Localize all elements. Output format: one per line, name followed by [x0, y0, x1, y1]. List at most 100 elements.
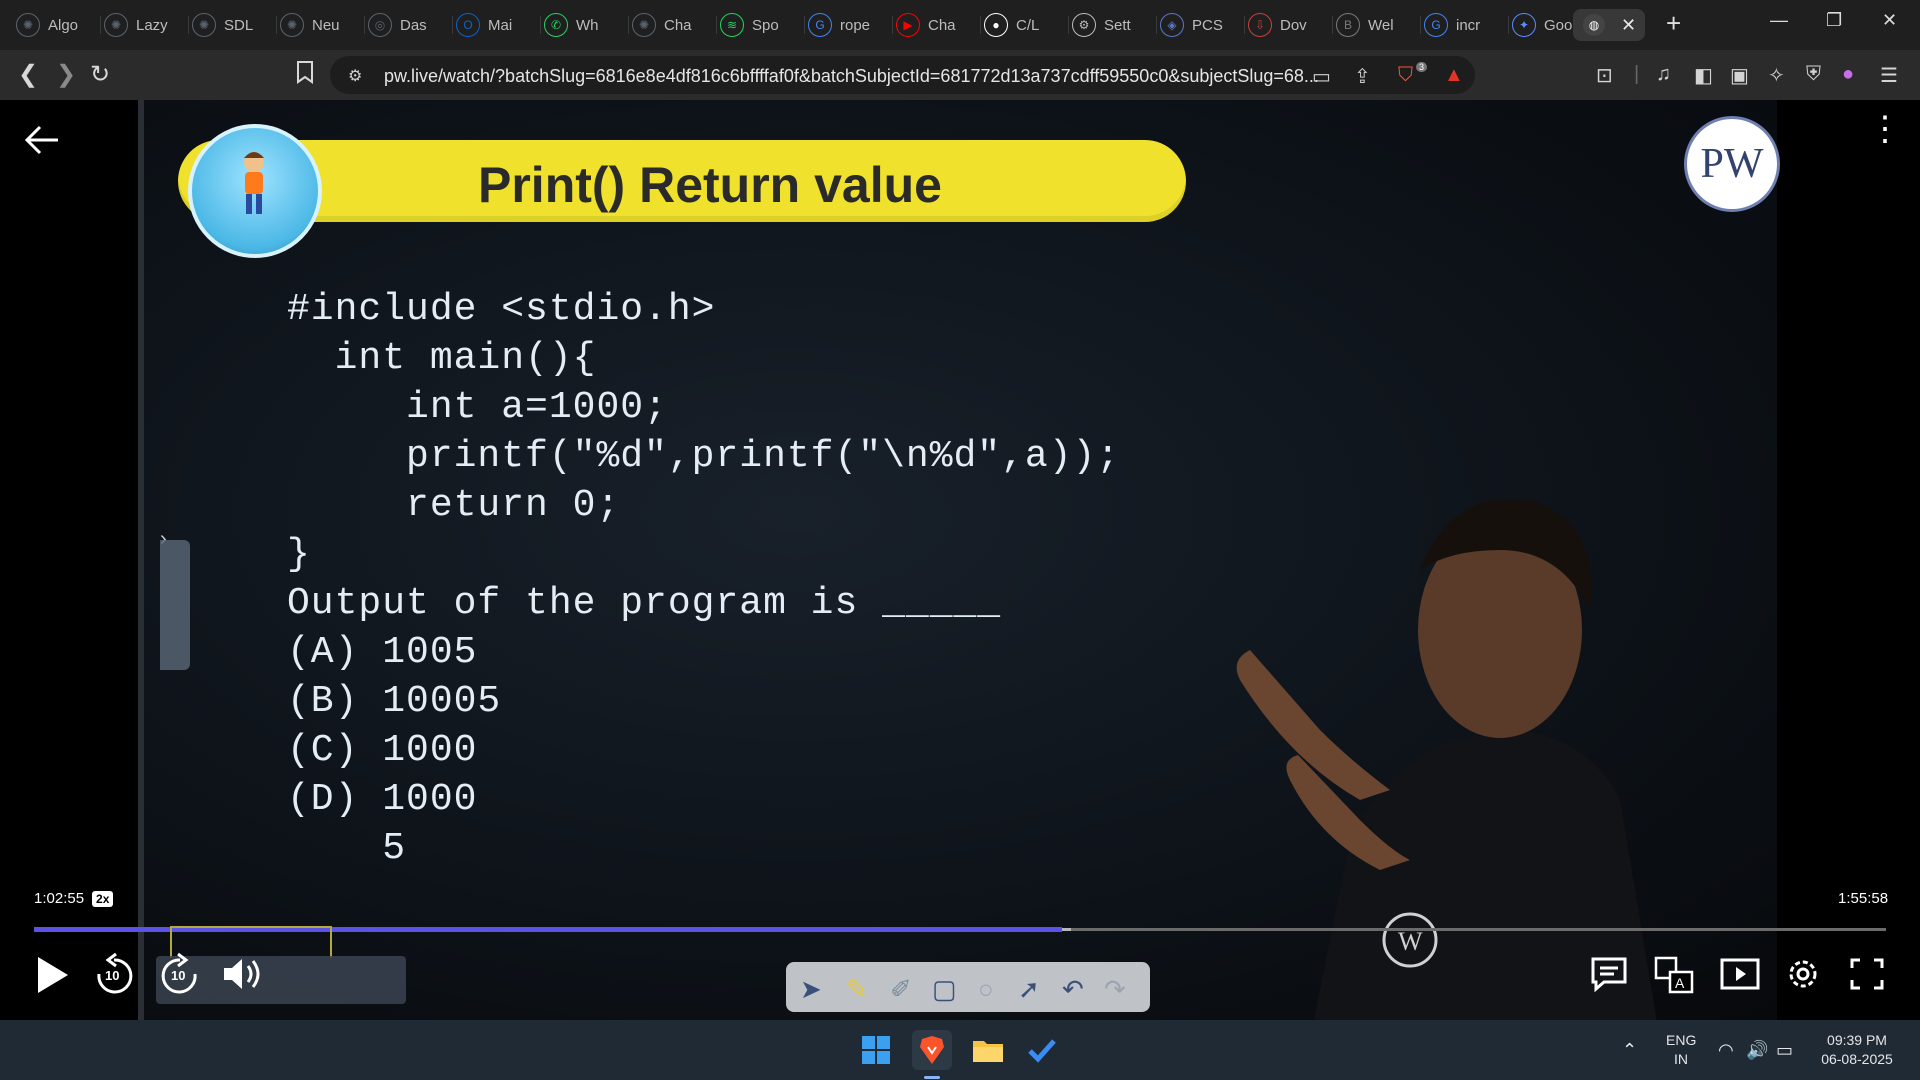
- forward-button[interactable]: ❯: [56, 60, 76, 89]
- site-info-icon[interactable]: ⚙: [348, 66, 362, 86]
- todo-app-icon[interactable]: [1022, 1030, 1062, 1070]
- tab-5[interactable]: O Mai: [456, 9, 532, 41]
- sidebar-icon[interactable]: ◧: [1694, 63, 1713, 88]
- clock-time: 09:39 PM: [1827, 1032, 1887, 1048]
- minimize-button[interactable]: —: [1770, 10, 1788, 31]
- tab-10[interactable]: ▶ Cha: [896, 9, 972, 41]
- browser-toolbar: ❮ ❯ ↻ ⚙ pw.live/watch/?batchSlug=6816e8e…: [0, 50, 1920, 100]
- code-block: #include <stdio.h> int main(){ int a=100…: [287, 285, 1120, 873]
- rectangle-tool-icon[interactable]: ▢: [932, 974, 957, 1005]
- tab-label: Das: [400, 16, 427, 34]
- bookmark-icon[interactable]: [296, 60, 314, 90]
- show-hidden-icons-chevron[interactable]: ⌃: [1622, 1040, 1637, 1061]
- code-line: int main(){: [287, 337, 597, 380]
- tab-active[interactable]: ◍ ✕: [1573, 9, 1645, 41]
- code-line: (A) 1005: [287, 631, 478, 674]
- code-line: (C) 1000: [287, 729, 478, 772]
- tab-separator: [188, 16, 189, 34]
- code-line: Output of the program is _____: [287, 582, 1002, 625]
- back-arrow-icon[interactable]: [24, 120, 60, 165]
- tab-16[interactable]: Gincr: [1424, 9, 1500, 41]
- brave-browser-icon[interactable]: [912, 1030, 952, 1070]
- tab-13[interactable]: ◈ PCS: [1160, 9, 1236, 41]
- tab-8[interactable]: ≋ Spo: [720, 9, 796, 41]
- tab-1[interactable]: ✺ Lazy: [104, 9, 180, 41]
- share-icon[interactable]: ⇪: [1354, 64, 1371, 89]
- tab-9[interactable]: Grope: [808, 9, 884, 41]
- restore-button[interactable]: ❐: [1826, 10, 1842, 31]
- clock[interactable]: 09:39 PM 06-08-2025: [1814, 1031, 1900, 1069]
- more-options-icon[interactable]: ⋮: [1868, 112, 1902, 146]
- side-panel-tab[interactable]: [160, 540, 190, 670]
- new-tab-button[interactable]: +: [1666, 8, 1681, 39]
- pen-icon[interactable]: ✐: [890, 974, 912, 1005]
- brave-rewards-icon[interactable]: ▲: [1444, 64, 1464, 87]
- tab-0[interactable]: ✺ Algo: [16, 9, 92, 41]
- redo-icon[interactable]: ↷: [1104, 974, 1126, 1005]
- video-player[interactable]: ⋮ Print() Return value PW › #include <st…: [0, 100, 1920, 1020]
- tab-4[interactable]: ◎ Das: [368, 9, 444, 41]
- picture-in-picture-icon[interactable]: [1720, 958, 1760, 990]
- globe-icon: ◍: [1583, 14, 1605, 36]
- speed-badge[interactable]: 2x: [92, 890, 114, 907]
- menu-icon[interactable]: ☰: [1880, 63, 1898, 88]
- tab-6[interactable]: ✆ Wh: [544, 9, 620, 41]
- tab-label: Wel: [1368, 16, 1394, 34]
- back-button[interactable]: ❮: [18, 60, 38, 89]
- volume-button[interactable]: [222, 956, 266, 992]
- forward-10-button[interactable]: 10: [160, 952, 200, 996]
- language-indicator[interactable]: ENG IN: [1666, 1031, 1696, 1069]
- tab-separator: [716, 16, 717, 34]
- profile-icon[interactable]: ●: [1842, 63, 1854, 86]
- google-icon: G: [808, 13, 832, 37]
- address-bar[interactable]: ⚙ pw.live/watch/?batchSlug=6816e8e4df816…: [330, 56, 1475, 94]
- rewind-10-button[interactable]: 10: [94, 952, 134, 996]
- tab-11[interactable]: ● C/L: [984, 9, 1060, 41]
- cast-icon[interactable]: ▭: [1312, 64, 1331, 89]
- windows-taskbar: ⌃ ENG IN ◠ 🔊 ▭ 09:39 PM 06-08-2025: [0, 1020, 1920, 1080]
- arrow-tool-icon[interactable]: ➚: [1018, 974, 1040, 1005]
- battery-icon[interactable]: ▭: [1776, 1040, 1793, 1061]
- video-edge: [138, 100, 144, 1020]
- brave-shield-icon[interactable]: ⛉: [1398, 64, 1413, 87]
- fullscreen-icon[interactable]: [1850, 958, 1884, 990]
- tab-14[interactable]: ⇩ Dov: [1248, 9, 1324, 41]
- tab-3[interactable]: ✺ Neu: [280, 9, 356, 41]
- file-explorer-icon[interactable]: [968, 1030, 1008, 1070]
- tab-separator: [1156, 16, 1157, 34]
- chat-icon[interactable]: [1590, 956, 1628, 992]
- reader-mode-icon[interactable]: ⊡: [1596, 63, 1613, 88]
- translate-icon[interactable]: A: [1654, 956, 1694, 994]
- google-icon: G: [1424, 13, 1448, 37]
- openai-icon: ✺: [104, 13, 128, 37]
- whatsapp-icon: ✆: [544, 13, 568, 37]
- tab-separator: [1508, 16, 1509, 34]
- tab-strip: ✺ Algo ✺ Lazy ✺ SDL ✺ Neu ◎ Das O Mai ✆ Wh ✺ Cha ≋ Spo Gro…: [0, 0, 1920, 50]
- leo-ai-icon[interactable]: ✧: [1768, 63, 1785, 88]
- close-window-button[interactable]: ✕: [1882, 10, 1897, 31]
- pointer-tool-icon[interactable]: ➤: [800, 974, 822, 1005]
- tab-2[interactable]: ✺ SDL: [192, 9, 268, 41]
- media-icon[interactable]: ♫: [1656, 63, 1671, 86]
- tab-15[interactable]: B Wel: [1336, 9, 1412, 41]
- wallet-icon[interactable]: ▣: [1730, 63, 1749, 88]
- circle-tool-icon[interactable]: ○: [978, 974, 994, 1005]
- gear-icon: ⚙: [1072, 13, 1096, 37]
- speaker-icon[interactable]: 🔊: [1746, 1040, 1768, 1061]
- code-line: return 0;: [287, 484, 621, 527]
- highlighter-icon[interactable]: ✎: [846, 974, 868, 1005]
- wifi-icon[interactable]: ◠: [1718, 1040, 1734, 1061]
- reload-button[interactable]: ↻: [90, 60, 110, 89]
- close-tab-button[interactable]: ✕: [1621, 15, 1636, 36]
- tab-7[interactable]: ✺ Cha: [632, 9, 708, 41]
- vpn-icon[interactable]: ⛨: [1806, 63, 1821, 86]
- play-button[interactable]: [36, 955, 70, 995]
- tab-12[interactable]: ⚙ Sett: [1072, 9, 1148, 41]
- windows-start-icon[interactable]: [856, 1030, 896, 1070]
- pcs-icon: ◈: [1160, 13, 1184, 37]
- github-icon: ●: [984, 13, 1008, 37]
- settings-gear-icon[interactable]: [1784, 955, 1822, 993]
- undo-icon[interactable]: ↶: [1062, 974, 1084, 1005]
- tab-separator: [364, 16, 365, 34]
- tab-separator: [540, 16, 541, 34]
